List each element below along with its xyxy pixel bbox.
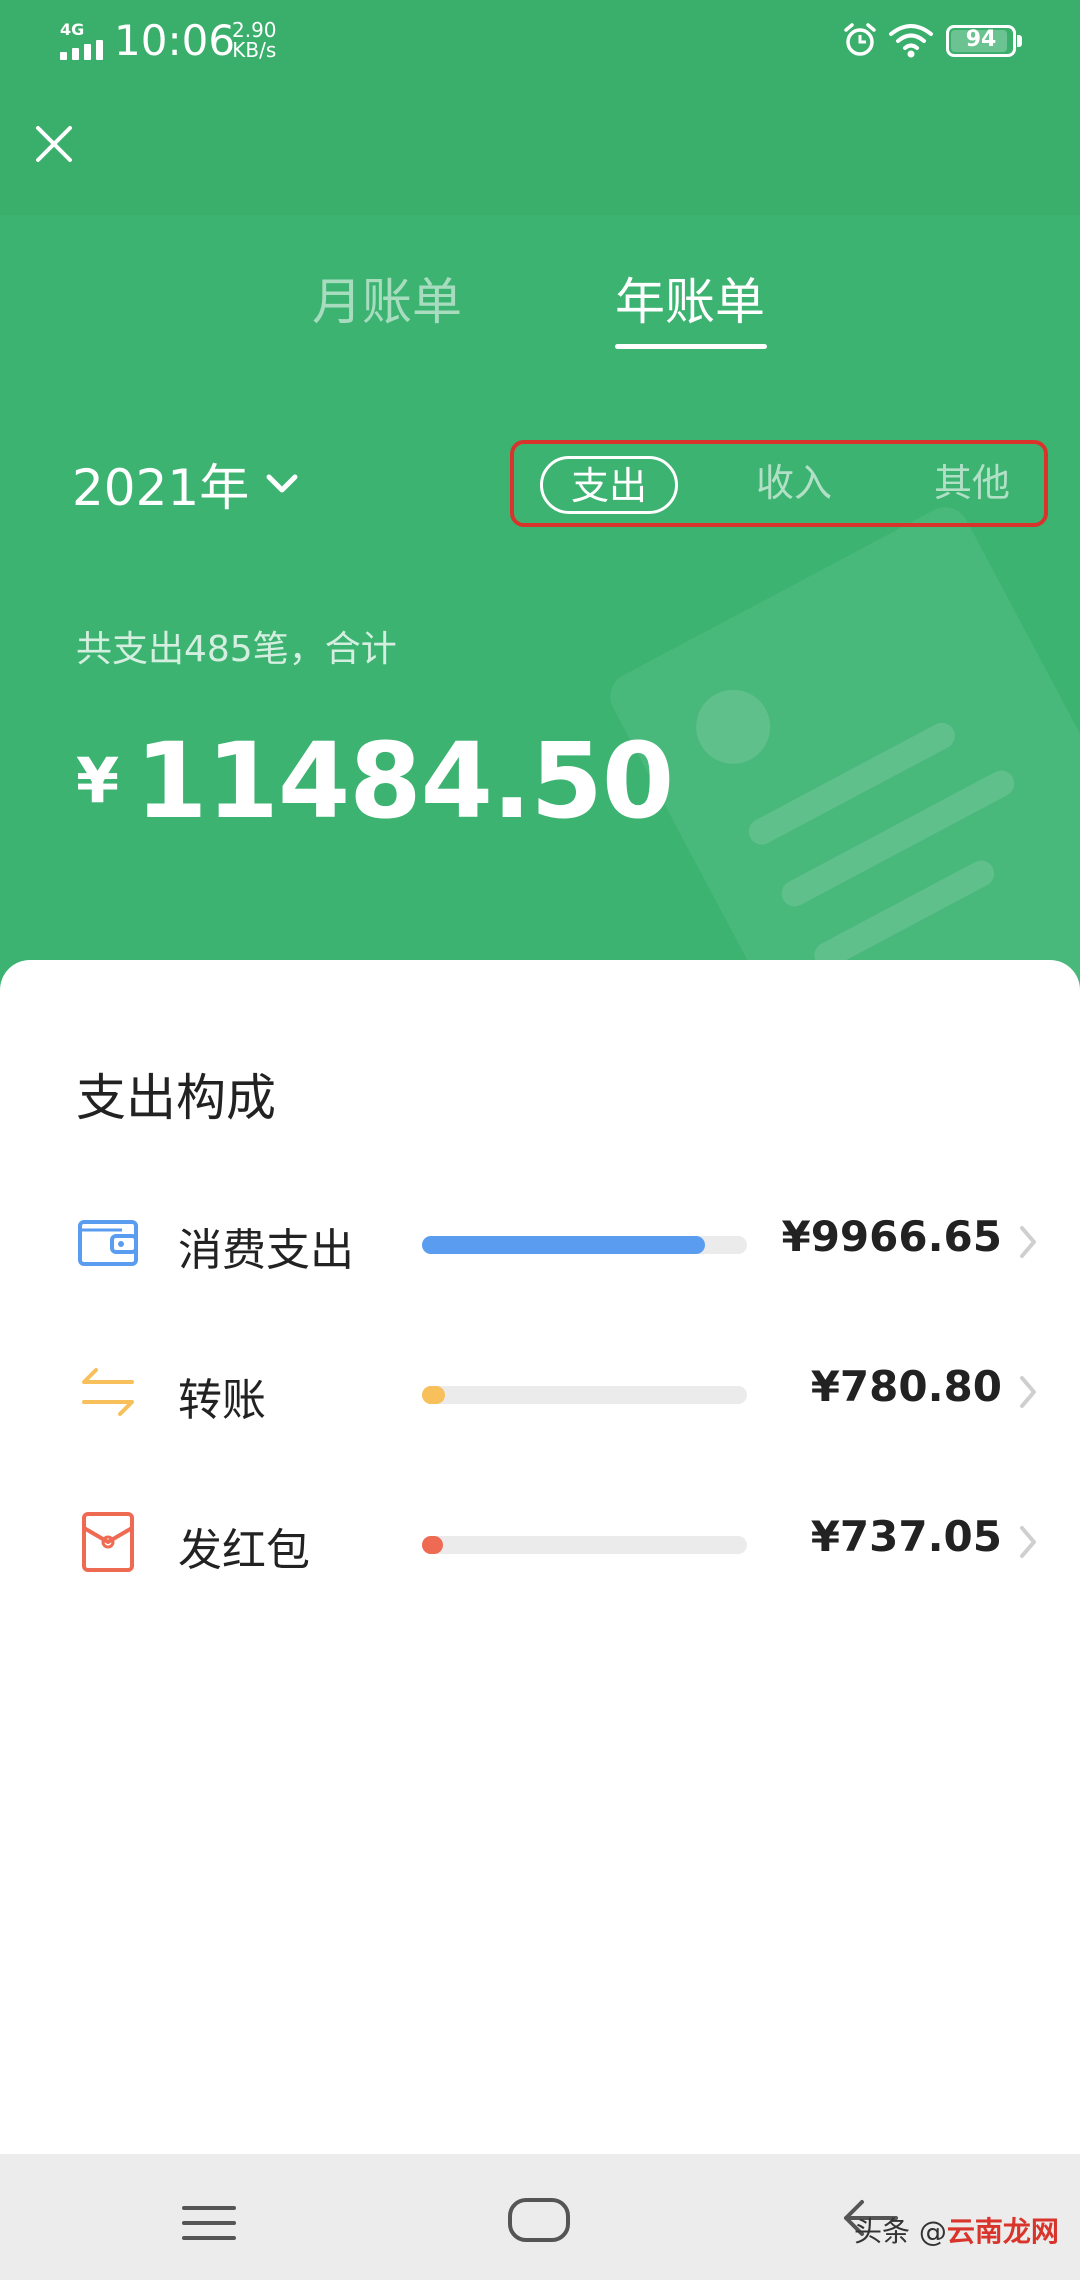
status-bar: 4G 10:06 2.90 KB/s 94 [0, 0, 1080, 90]
total-amount: ¥ 11484.50 [76, 720, 674, 842]
chevron-right-icon [1020, 1226, 1036, 1258]
tab-monthly-bill[interactable]: 月账单 [312, 262, 462, 334]
filter-income[interactable]: 收入 [744, 456, 844, 514]
chevron-right-icon [1020, 1526, 1036, 1558]
share-bar [422, 1236, 705, 1254]
transfer-icon [82, 1368, 134, 1416]
chevron-down-icon [266, 474, 298, 493]
section-title: 支出构成 [76, 1069, 276, 1127]
bill-illustration [601, 498, 1080, 1000]
item-label: 发红包 [178, 1525, 310, 1576]
list-item-red-packet[interactable]: 发红包 ¥737.05 [0, 1492, 1080, 1592]
share-bar-track [422, 1236, 747, 1254]
list-item-consumption[interactable]: 消费支出 ¥9966.65 [0, 1192, 1080, 1292]
list-item-transfer[interactable]: 转账 ¥780.80 [0, 1342, 1080, 1442]
item-label: 转账 [178, 1375, 266, 1426]
share-bar-track [422, 1386, 747, 1404]
watermark: 头条 @云南龙网 [854, 2210, 1059, 2250]
watermark-suffix: 云南龙网 [946, 2215, 1059, 2248]
wallet-icon [78, 1220, 138, 1266]
filter-expense[interactable]: 支出 [540, 456, 678, 514]
battery-level: 94 [965, 27, 997, 52]
currency-symbol: ¥ [76, 744, 120, 817]
share-bar [422, 1536, 443, 1554]
network-type: 4G [60, 20, 85, 39]
network-speed: 2.90 KB/s [232, 20, 277, 60]
signal-bars-icon [60, 40, 106, 60]
total-value: 11484.50 [135, 720, 674, 842]
tab-active-indicator [615, 344, 767, 349]
close-icon[interactable] [28, 118, 80, 170]
speed-unit: KB/s [232, 38, 277, 62]
home-button[interactable] [508, 2198, 570, 2242]
item-amount: ¥737.05 [810, 1512, 1002, 1561]
red-packet-icon [82, 1512, 134, 1572]
alarm-icon [844, 23, 876, 56]
chevron-right-icon [1020, 1376, 1036, 1408]
header-panel: 4G 10:06 2.90 KB/s 94 月账单 年账单 2021年 支出 收… [0, 0, 1080, 1000]
filter-other[interactable]: 其他 [922, 456, 1022, 514]
item-amount: ¥9966.65 [781, 1212, 1002, 1261]
year-selector[interactable]: 2021年 [72, 448, 299, 520]
item-amount: ¥780.80 [810, 1362, 1002, 1411]
tab-yearly-bill[interactable]: 年账单 [615, 262, 765, 334]
item-label: 消费支出 [178, 1225, 354, 1276]
year-value: 2021年 [72, 459, 250, 517]
watermark-prefix: 头条 @ [854, 2215, 947, 2248]
share-bar-track [422, 1536, 747, 1554]
type-filter-group: 支出 收入 其他 [510, 440, 1048, 527]
battery-indicator: 94 [946, 25, 1022, 57]
wifi-icon [889, 24, 933, 58]
speed-value: 2.90 [232, 18, 277, 42]
status-time: 10:06 [114, 16, 236, 65]
share-bar [422, 1386, 445, 1404]
menu-icon[interactable] [182, 2204, 236, 2242]
summary-text: 共支出485笔，合计 [76, 629, 397, 670]
